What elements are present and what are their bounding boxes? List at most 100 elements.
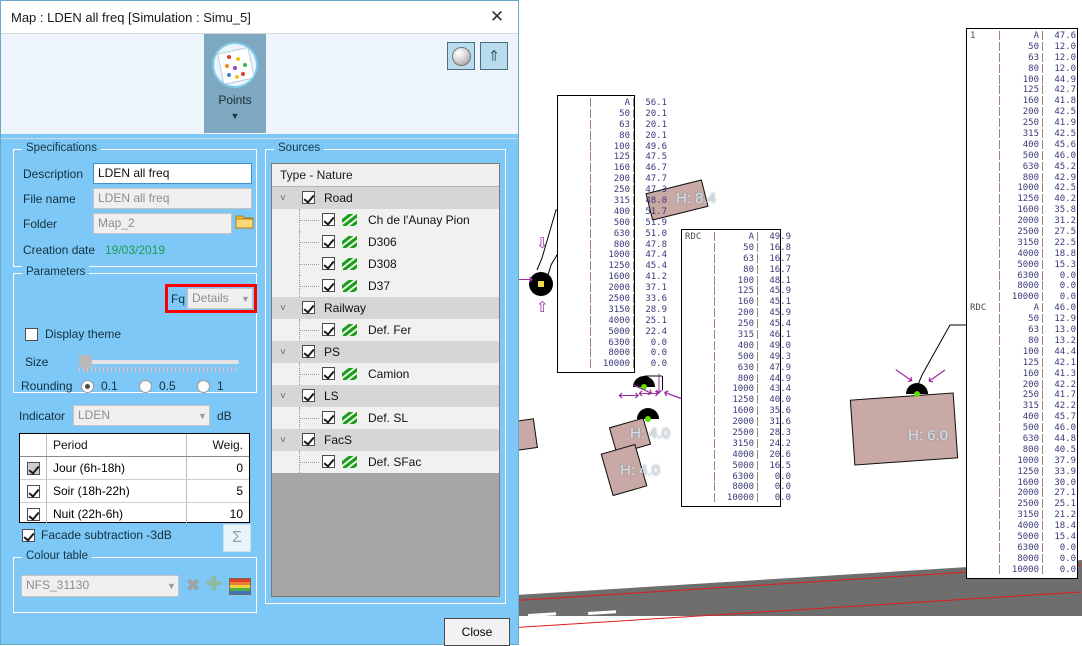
x-icon[interactable]: ✖ (186, 576, 200, 596)
table-row: | 125| 42.7 (970, 85, 1076, 96)
spectrum-frequency: 400 (613, 206, 630, 217)
chevron-down-icon[interactable]: ▼ (167, 581, 176, 591)
filename-input[interactable]: LDEN all freq (93, 188, 252, 209)
chevron-down-icon[interactable]: ▼ (198, 411, 207, 421)
source-item-row[interactable]: Ch de l'Aunay Pion (272, 209, 499, 231)
spectrum-separator: | (1039, 85, 1046, 96)
sigma-button[interactable]: Σ (223, 524, 251, 552)
source-checkbox[interactable] (322, 367, 335, 380)
display-theme-checkbox[interactable] (25, 328, 38, 341)
source-group-row[interactable]: ˅ Railway (272, 297, 499, 319)
chevron-icon[interactable]: ˅ (280, 391, 286, 402)
period-row-checkbox-cell[interactable] (20, 503, 47, 525)
spectrum-value: 20.1 (645, 108, 667, 119)
period-checkbox[interactable] (26, 484, 40, 498)
source-group-row[interactable]: ˅ Road (272, 187, 499, 209)
chevron-down-icon[interactable]: ▼ (241, 294, 250, 304)
source-checkbox[interactable] (322, 411, 335, 424)
table-row[interactable]: Soir (18h-22h) 5 (20, 480, 249, 503)
plus-icon[interactable]: ✚ (206, 573, 222, 596)
folder-icon[interactable] (235, 213, 254, 233)
source-item-row[interactable]: Def. Fer (272, 319, 499, 341)
period-checkbox[interactable] (26, 507, 40, 521)
rounding-radio-0.5[interactable] (139, 380, 152, 393)
spectrum-separator: | (630, 337, 637, 348)
source-checkbox[interactable] (302, 433, 315, 446)
close-icon[interactable]: ✕ (482, 4, 512, 30)
source-checkbox[interactable] (322, 213, 335, 226)
period-checkbox[interactable] (26, 461, 40, 475)
spectrum-value: 0.0 (1059, 270, 1076, 281)
source-item-row[interactable]: D37 (272, 275, 499, 297)
table-row: | 100| 44.4 (970, 347, 1076, 358)
size-slider-track[interactable] (79, 360, 239, 364)
source-group-row[interactable]: ˅ LS (272, 385, 499, 407)
chevron-icon[interactable]: ˅ (280, 435, 286, 446)
table-row[interactable]: Jour (6h-18h) 0 (20, 457, 249, 480)
period-row-checkbox-cell[interactable] (20, 480, 47, 502)
spectrum-separator: | (587, 119, 594, 130)
source-item-row[interactable]: Def. SFac (272, 451, 499, 473)
ribbon-toolbar: Points ▼ ⇑ (1, 34, 518, 139)
spectrum-frequency: 6300 (608, 337, 630, 348)
chevron-down-icon[interactable]: ▼ (231, 111, 240, 121)
table-row: | 2500| 28.3 (685, 428, 791, 439)
source-checkbox[interactable] (322, 279, 335, 292)
rounding-radio-0.1[interactable] (81, 380, 94, 393)
close-button[interactable]: Close (444, 618, 510, 646)
spectrum-separator: | (996, 531, 1003, 542)
receiver-spectrum-table-3[interactable]: 1 | A| 47.6 | 50| 12.0 | 63| 12.0 | 80| 12.0 | 100| 44.… (966, 28, 1078, 579)
indicator-select[interactable]: LDEN (73, 405, 210, 426)
facade-subtraction-checkbox[interactable] (22, 529, 35, 542)
collapse-ribbon-button[interactable]: ⇑ (480, 42, 508, 70)
spectrum-frequency: 800 (737, 373, 754, 384)
source-item-row[interactable]: Def. SL (272, 407, 499, 429)
source-checkbox[interactable] (322, 323, 335, 336)
folder-input[interactable]: Map_2 (93, 213, 232, 234)
chevron-icon[interactable]: ˅ (280, 193, 286, 204)
spectrum-value: 28.3 (769, 428, 791, 439)
spectrum-value: 16.5 (769, 460, 791, 471)
chevron-icon[interactable]: ˅ (280, 347, 286, 358)
source-item-row[interactable]: D306 (272, 231, 499, 253)
receiver-spectrum-table-2[interactable]: RDC | A| 49.9 | 50| 16.8 | 63| 16.7 | 80| 16.7 | 100| 4… (681, 229, 791, 508)
table-row[interactable]: Nuit (22h-6h) 10 (20, 503, 249, 525)
source-label: D308 (368, 257, 397, 271)
source-checkbox[interactable] (302, 345, 315, 358)
points-button[interactable]: Points ▼ (204, 34, 266, 133)
source-item-row[interactable]: D308 (272, 253, 499, 275)
creation-date-value: 19/03/2019 (105, 243, 166, 257)
chevron-icon[interactable]: ˅ (280, 303, 286, 314)
description-input[interactable]: LDEN all freq (93, 163, 252, 184)
rounding-radio-1[interactable] (197, 380, 210, 393)
source-checkbox[interactable] (322, 257, 335, 270)
spectrum-separator: | (754, 395, 761, 406)
sources-tree[interactable]: Type - Nature ˅ Road Ch de l'Aunay Pion D30… (271, 163, 500, 597)
receiver-spectrum-table-1[interactable]: | A| 56.1 | 50| 20.1 | 63| 20.1 | 80| 20.1 | 100| 49.6… (557, 95, 667, 374)
spectrum-separator: | (1039, 270, 1046, 281)
sphere-button[interactable] (447, 42, 475, 70)
source-checkbox[interactable] (322, 455, 335, 468)
spectrum-value: 0.0 (1059, 564, 1076, 575)
source-checkbox[interactable] (322, 235, 335, 248)
source-checkbox[interactable] (302, 389, 315, 402)
spectrum-separator: | (630, 261, 637, 272)
source-checkbox[interactable] (302, 301, 315, 314)
source-group-row[interactable]: ˅ PS (272, 341, 499, 363)
colour-table-select[interactable]: NFS_31130 (21, 575, 179, 597)
period-row-checkbox-cell[interactable] (20, 457, 47, 479)
fq-label: Fq (171, 292, 186, 306)
colour-bars-icon[interactable] (229, 578, 251, 595)
rounding-option-label: 1 (217, 379, 224, 393)
facade-subtraction-label: Facade subtraction -3dB (41, 528, 172, 542)
spectrum-separator: | (630, 196, 637, 207)
spectrum-separator: | (1039, 314, 1046, 325)
spectrum-separator: | (754, 373, 761, 384)
period-table[interactable]: Period Weig. Jour (6h-18h) 0 Soir (18h-2… (19, 433, 250, 525)
source-checkbox[interactable] (302, 191, 315, 204)
spectrum-value: 27.5 (1054, 227, 1076, 238)
source-group-row[interactable]: ˅ FacS (272, 429, 499, 451)
table-row: | 1000| 47.4 (561, 250, 667, 261)
source-item-row[interactable]: Camion (272, 363, 499, 385)
spectrum-separator: | (587, 130, 594, 141)
